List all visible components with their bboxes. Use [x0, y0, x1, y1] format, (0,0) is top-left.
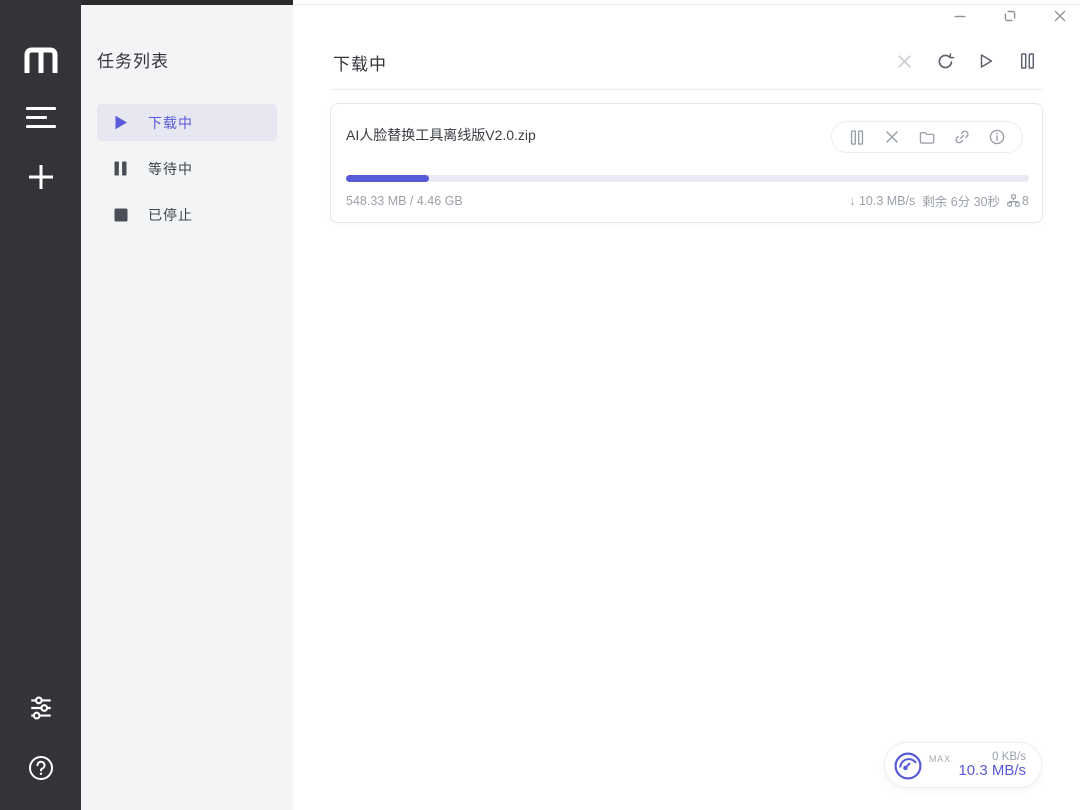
- stop-icon: [113, 207, 128, 222]
- refresh-icon[interactable]: [936, 52, 954, 70]
- preferences-icon[interactable]: [27, 694, 55, 722]
- window-top-border: [293, 4, 1080, 5]
- task-list-panel: 任务列表 下载中 等待中 已停止: [81, 5, 293, 810]
- pause-all-icon[interactable]: [1018, 52, 1036, 70]
- remaining-time-text: 剩余 6分 30秒: [922, 195, 1001, 209]
- close-icon[interactable]: [1050, 6, 1070, 26]
- panel-title: 任务列表: [97, 52, 169, 71]
- connections: 8: [1007, 194, 1029, 208]
- max-speed-label: MAX: [929, 754, 951, 764]
- download-speed-value: 10.3 MB/s: [958, 762, 1026, 779]
- app-window: 任务列表 下载中 等待中 已停止 下载中 AI人脸替换工具离线版V2.0.zip…: [0, 0, 1080, 810]
- window-controls: [920, 6, 1070, 26]
- task-action-bar: [831, 121, 1023, 153]
- progress-fill: [346, 175, 430, 182]
- speedometer-icon: [893, 751, 923, 781]
- info-icon[interactable]: [989, 129, 1005, 145]
- task-filename: AI人脸替换工具离线版V2.0.zip: [346, 127, 536, 143]
- open-folder-icon[interactable]: [919, 129, 935, 145]
- maximize-icon[interactable]: [1000, 6, 1020, 26]
- add-task-icon[interactable]: [25, 161, 57, 193]
- connections-count: 8: [1022, 193, 1029, 208]
- copy-link-icon[interactable]: [954, 129, 970, 145]
- task-speed-info: ↓ 10.3 MB/s 剩余 6分 30秒 8: [849, 191, 1029, 210]
- sidebar-item-downloading[interactable]: 下载中: [97, 104, 277, 141]
- page-title: 下载中: [333, 55, 387, 74]
- sidebar-item-label: 等待中: [148, 160, 193, 177]
- pause-icon: [113, 161, 128, 176]
- main-area: 下载中 AI人脸替换工具离线版V2.0.zip 548.33 MB / 4.46…: [293, 0, 1080, 810]
- connections-icon: [1007, 194, 1020, 207]
- task-size-text: 548.33 MB / 4.46 GB: [346, 193, 463, 208]
- delete-selected-icon[interactable]: [895, 52, 913, 70]
- sidebar-item-waiting[interactable]: 等待中: [97, 150, 277, 187]
- help-icon[interactable]: [26, 753, 56, 783]
- sidebar-item-stopped[interactable]: 已停止: [97, 196, 277, 233]
- header-divider: [330, 89, 1043, 90]
- download-task-card[interactable]: AI人脸替换工具离线版V2.0.zip 548.33 MB / 4.46 GB …: [330, 103, 1043, 223]
- download-speed-text: ↓ 10.3 MB/s: [849, 193, 916, 208]
- speed-widget[interactable]: MAX 0 KB/s 10.3 MB/s: [884, 742, 1042, 788]
- app-sidebar: [0, 0, 81, 810]
- sidebar-item-label: 已停止: [148, 206, 193, 223]
- motrix-m-logo: [20, 40, 62, 78]
- minimize-icon[interactable]: [950, 6, 970, 26]
- progress-bar: [346, 175, 1029, 182]
- sidebar-item-label: 下载中: [148, 114, 193, 131]
- pause-task-icon[interactable]: [849, 129, 865, 145]
- task-list-icon[interactable]: [24, 103, 58, 133]
- header-toolbar: [895, 52, 1036, 70]
- resume-all-icon[interactable]: [977, 52, 995, 70]
- delete-task-icon[interactable]: [884, 129, 900, 145]
- task-status-row: 548.33 MB / 4.46 GB ↓ 10.3 MB/s 剩余 6分 30…: [346, 191, 1029, 210]
- play-icon: [113, 115, 128, 130]
